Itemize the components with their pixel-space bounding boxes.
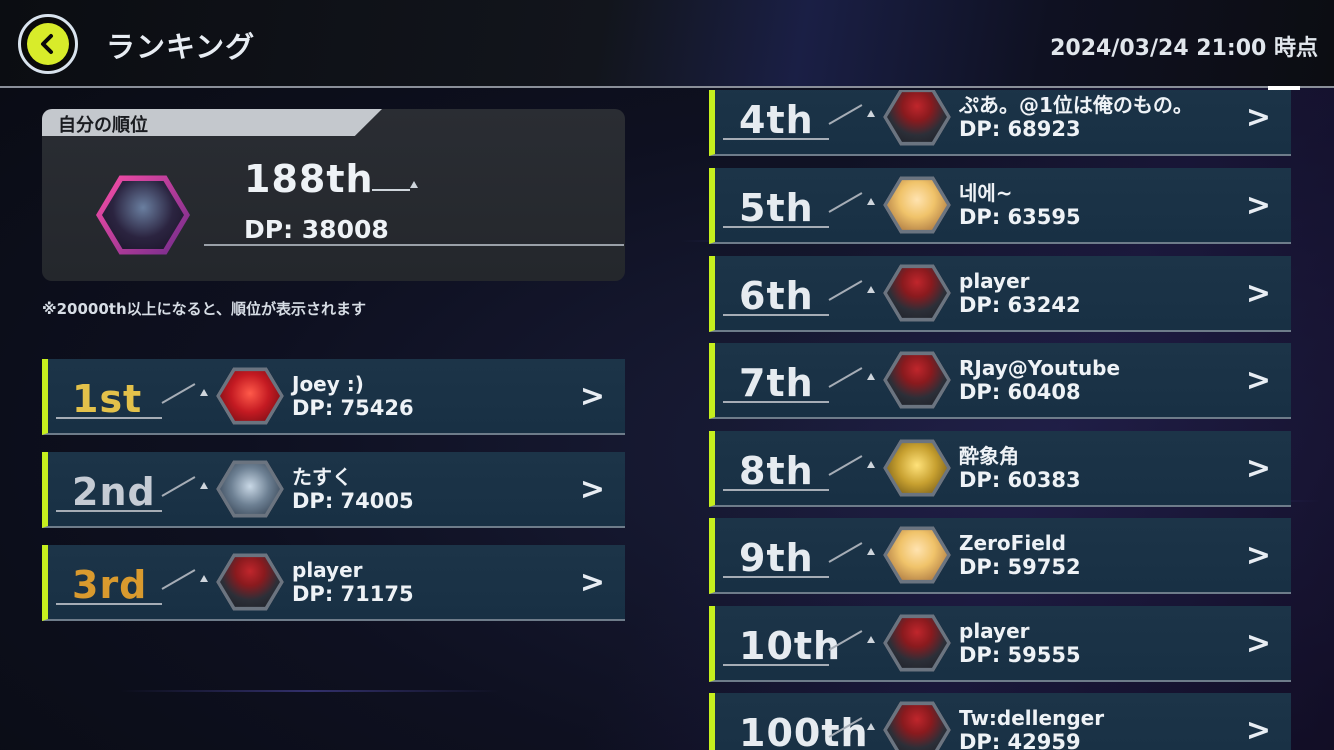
chevron-right-icon: > — [1245, 363, 1271, 398]
chevron-right-icon: > — [1245, 188, 1271, 223]
background-streak — [120, 690, 500, 692]
ranking-list-scroll[interactable]: 4th ぷあ。@1位は俺のもの。 DP: 68923 > 5th 네에~ DP:… — [666, 90, 1334, 750]
rank-up-icon — [867, 723, 875, 730]
ranking-row-1st[interactable]: 1st Joey :) DP: 75426 > — [42, 359, 625, 435]
player-avatar-icon — [883, 351, 951, 409]
chevron-right-icon: > — [1245, 626, 1271, 661]
player-name: 네에~ — [959, 181, 1013, 205]
player-dp: DP: 63242 — [959, 293, 1081, 317]
rank-up-icon — [410, 181, 418, 188]
player-dp: DP: 60383 — [959, 468, 1081, 492]
chevron-right-icon: > — [1245, 451, 1271, 486]
ranking-row-9th[interactable]: 9th ZeroField DP: 59752 > — [709, 518, 1291, 594]
my-rank-label-tab: 自分の順位 — [42, 109, 382, 136]
player-avatar-icon — [883, 614, 951, 672]
player-name: Joey :) — [292, 372, 364, 396]
rank-label: 3rd — [72, 563, 148, 607]
chevron-right-icon: > — [579, 472, 605, 507]
chevron-right-icon: > — [1245, 713, 1271, 748]
player-dp: DP: 42959 — [959, 730, 1081, 750]
ranking-row-10th[interactable]: 10th player DP: 59555 > — [709, 606, 1291, 682]
rank-label: 7th — [739, 361, 814, 405]
page-title: ランキング — [106, 30, 256, 64]
header-bar: ランキング 2024/03/24 21:00 時点 — [0, 0, 1334, 90]
chevron-right-icon: > — [579, 565, 605, 600]
player-name: player — [959, 269, 1030, 293]
rank-label: 100th — [739, 711, 869, 750]
chevron-right-icon: > — [579, 379, 605, 414]
rank-label: 8th — [739, 449, 814, 493]
player-name: ZeroField — [959, 531, 1066, 555]
emblem-avatar-icon — [216, 460, 284, 518]
player-name: Tw:dellenger — [959, 706, 1105, 730]
red-character-avatar-icon — [216, 367, 284, 425]
gold-emblem-avatar-icon — [883, 439, 951, 497]
player-name: ぷあ。@1位は俺のもの。 — [959, 93, 1193, 117]
player-avatar-icon — [883, 264, 951, 322]
player-name: player — [959, 619, 1030, 643]
rank-label: 4th — [739, 98, 814, 142]
chevron-right-icon: > — [1245, 276, 1271, 311]
rank-up-icon — [867, 198, 875, 205]
ranking-row-5th[interactable]: 5th 네에~ DP: 63595 > — [709, 168, 1291, 244]
rank-divider — [372, 189, 410, 191]
blonde-character-avatar-icon — [883, 176, 951, 234]
my-rank-card: 自分の順位 188th DP: 38008 — [42, 109, 625, 281]
ranking-row-100th[interactable]: 100th Tw:dellenger DP: 42959 > — [709, 693, 1291, 750]
ranking-row-4th[interactable]: 4th ぷあ。@1位は俺のもの。 DP: 68923 > — [709, 90, 1291, 156]
player-dp: DP: 68923 — [959, 117, 1081, 141]
player-name: RJay@Youtube — [959, 356, 1121, 380]
rank-up-icon — [200, 575, 208, 582]
player-dp: DP: 75426 — [292, 396, 414, 420]
rank-up-icon — [867, 373, 875, 380]
rank-label: 5th — [739, 186, 814, 230]
player-avatar-icon — [883, 90, 951, 146]
rank-label: 9th — [739, 536, 814, 580]
chevron-right-icon: > — [1245, 100, 1271, 135]
player-dp: DP: 71175 — [292, 582, 414, 606]
rank-label: 6th — [739, 274, 814, 318]
ranking-row-6th[interactable]: 6th player DP: 63242 > — [709, 256, 1291, 332]
player-dp: DP: 74005 — [292, 489, 414, 513]
my-rank-label: 自分の順位 — [58, 115, 148, 136]
rank-up-icon — [867, 110, 875, 117]
ranking-row-2nd[interactable]: 2nd たすく DP: 74005 > — [42, 452, 625, 528]
rank-up-icon — [200, 389, 208, 396]
ranking-row-8th[interactable]: 8th 酔象角 DP: 60383 > — [709, 431, 1291, 507]
chevron-right-icon: > — [1245, 538, 1271, 573]
ranking-row-3rd[interactable]: 3rd player DP: 71175 > — [42, 545, 625, 621]
card-divider — [204, 244, 624, 246]
player-avatar-icon — [883, 701, 951, 750]
ranking-timestamp: 2024/03/24 21:00 時点 — [1050, 36, 1318, 61]
rank-label: 1st — [72, 377, 143, 421]
rank-up-icon — [867, 461, 875, 468]
rank-label: 10th — [739, 624, 842, 668]
blonde-character-avatar-icon — [883, 526, 951, 584]
my-rank-value: 188th — [244, 157, 374, 201]
rank-up-icon — [200, 482, 208, 489]
rank-up-icon — [867, 286, 875, 293]
rank-up-icon — [867, 636, 875, 643]
player-name: たすく — [292, 465, 352, 489]
my-dp-value: DP: 38008 — [244, 215, 389, 244]
player-name: 酔象角 — [959, 444, 1019, 468]
player-avatar-icon — [216, 553, 284, 611]
player-dp: DP: 59752 — [959, 555, 1081, 579]
player-dp: DP: 63595 — [959, 205, 1081, 229]
dark-dragon-avatar-icon — [96, 175, 190, 255]
rank-up-icon — [867, 548, 875, 555]
rank-label: 2nd — [72, 470, 156, 514]
rank-display-note: ※20000th以上になると、順位が表示されます — [42, 300, 367, 318]
player-dp: DP: 59555 — [959, 643, 1081, 667]
player-dp: DP: 60408 — [959, 380, 1081, 404]
back-arrow-icon — [27, 23, 69, 65]
ranking-row-7th[interactable]: 7th RJay@Youtube DP: 60408 > — [709, 343, 1291, 419]
back-button[interactable] — [18, 14, 78, 74]
player-name: player — [292, 558, 363, 582]
